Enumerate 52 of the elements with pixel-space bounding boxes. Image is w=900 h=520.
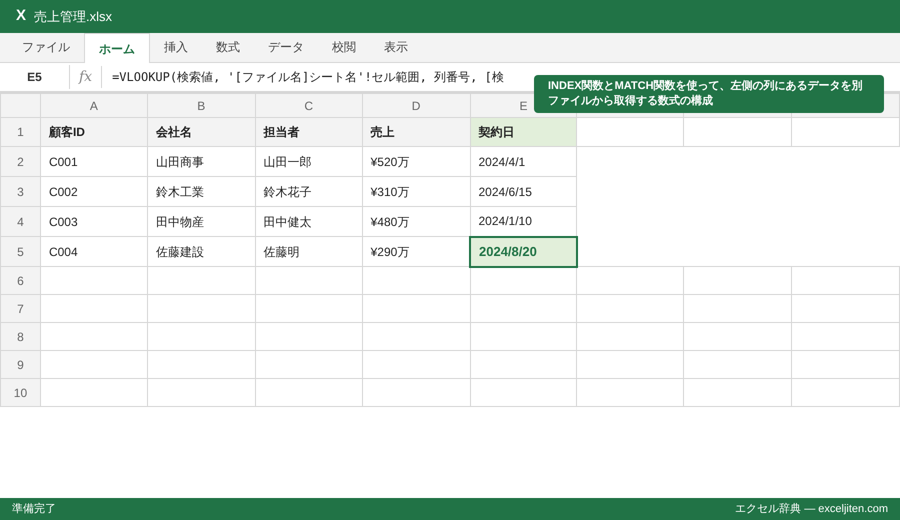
table-cell[interactable]: 山田一郎 xyxy=(255,146,362,176)
table-cell[interactable]: 佐藤建設 xyxy=(147,236,256,266)
table-cell[interactable]: C004 xyxy=(40,236,148,266)
column-header[interactable]: D xyxy=(412,98,420,112)
status-text: 準備完了 xyxy=(12,502,56,517)
table-cell[interactable]: C003 xyxy=(40,206,148,236)
table-cell[interactable]: ¥310万 xyxy=(362,176,470,206)
row-header[interactable]: 1 xyxy=(17,125,24,139)
ribbon-tab[interactable]: ホーム xyxy=(84,33,150,63)
tooltip: INDEX関数とMATCH関数を使って、左側の列にあるデータを別ファイルから取得する数式の構成 xyxy=(534,75,884,113)
window-title: 売上管理.xlsx xyxy=(34,8,112,26)
table-cell[interactable]: 鈴木花子 xyxy=(255,176,362,206)
column-header[interactable]: A xyxy=(90,98,98,112)
row-header[interactable]: 6 xyxy=(17,274,24,288)
ribbon-tab[interactable]: データ xyxy=(254,32,318,62)
row-header[interactable]: 7 xyxy=(17,302,24,316)
header-cell[interactable]: 会社名 xyxy=(147,118,256,146)
ribbon-tab[interactable]: ファイル xyxy=(8,32,84,62)
row-header[interactable]: 2 xyxy=(17,154,24,168)
row-header[interactable]: 4 xyxy=(17,214,24,228)
table-cell[interactable]: C002 xyxy=(40,176,148,206)
row-header[interactable]: 5 xyxy=(17,244,24,258)
formula-field[interactable]: =VLOOKUP(検索値, '[ファイル名]シート名'!セル範囲, 列番号, [検 xyxy=(112,68,504,86)
table-cell[interactable]: 田中物産 xyxy=(147,206,256,236)
row-header[interactable]: 10 xyxy=(14,386,28,400)
header-cell[interactable]: 担当者 xyxy=(255,118,362,146)
table-cell[interactable]: ¥520万 xyxy=(362,146,470,176)
ribbon-tab[interactable]: 数式 xyxy=(202,32,254,62)
table-cell[interactable]: 佐藤明 xyxy=(255,236,362,266)
ribbon-tab[interactable]: 校閲 xyxy=(318,32,370,62)
ribbon-tab[interactable]: 表示 xyxy=(370,32,422,62)
name-box[interactable]: E5 xyxy=(0,65,70,89)
column-header[interactable]: E xyxy=(519,98,528,112)
header-cell[interactable]: 顧客ID xyxy=(40,118,148,146)
header-cell[interactable]: 売上 xyxy=(362,118,470,146)
site-credit: エクセル辞典 — exceljiten.com xyxy=(735,502,888,517)
ribbon-tab[interactable]: 挿入 xyxy=(150,32,202,62)
table-cell[interactable]: 2024/4/1 xyxy=(470,146,577,176)
row-header[interactable]: 8 xyxy=(17,330,24,344)
header-cell[interactable]: 契約日 xyxy=(470,118,577,146)
row-header[interactable]: 3 xyxy=(17,184,24,198)
column-header[interactable]: B xyxy=(197,98,206,112)
table-cell[interactable]: 2024/6/15 xyxy=(470,176,577,206)
table-cell[interactable]: 山田商事 xyxy=(147,146,256,176)
table-cell[interactable]: 鈴木工業 xyxy=(147,176,256,206)
table-cell[interactable]: 田中健太 xyxy=(255,206,362,236)
table-cell[interactable]: ¥480万 xyxy=(362,206,470,236)
app-icon: X xyxy=(16,5,26,28)
table-cell[interactable]: C001 xyxy=(40,146,148,176)
column-header[interactable]: C xyxy=(304,98,313,112)
row-header[interactable]: 9 xyxy=(17,358,24,372)
table-cell[interactable]: 2024/8/20 xyxy=(470,236,577,266)
